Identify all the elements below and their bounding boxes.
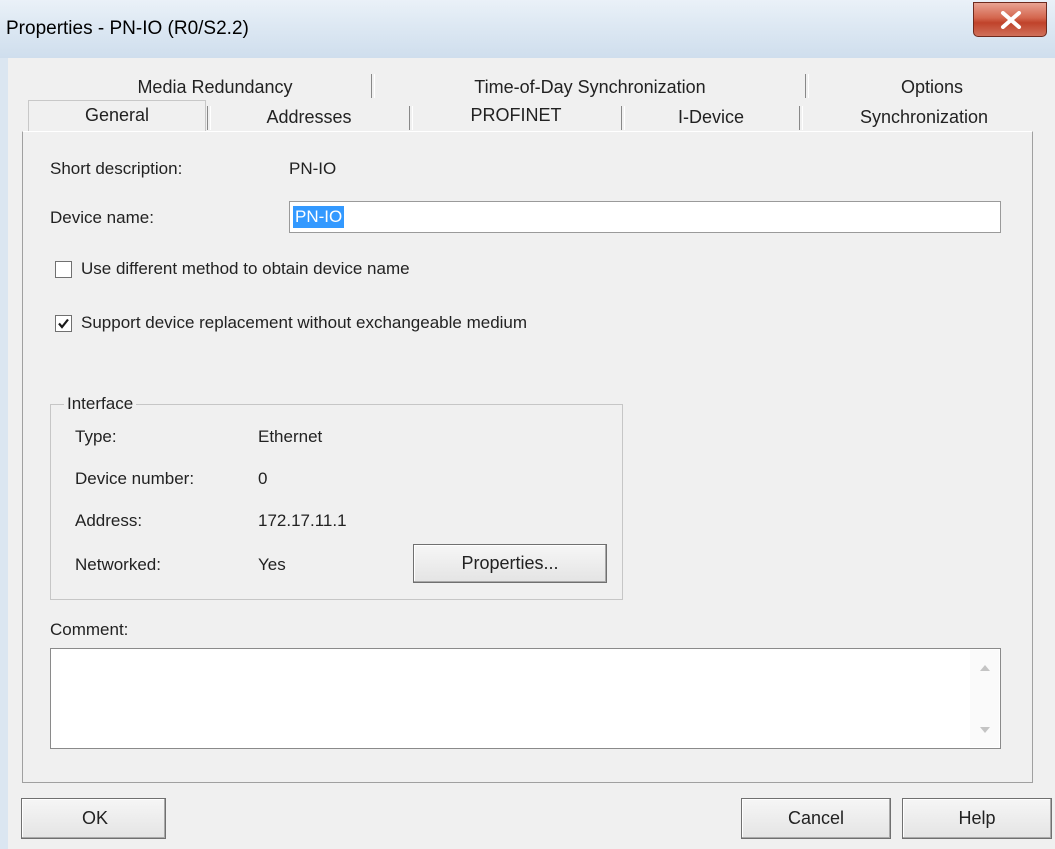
tab-label: General	[84, 105, 150, 125]
tab-time-of-day-synchronization[interactable]: Time-of-Day Synchronization	[376, 74, 804, 100]
close-button[interactable]	[973, 2, 1047, 37]
support-replacement-label[interactable]: Support device replacement without excha…	[81, 313, 527, 333]
tab-profinet[interactable]: PROFINET	[412, 102, 620, 128]
tab-divider	[805, 74, 809, 98]
short-description-value: PN-IO	[289, 159, 337, 178]
scroll-up-arrow-icon[interactable]	[980, 664, 990, 672]
scroll-down-arrow-icon[interactable]	[980, 726, 990, 734]
type-label: Type:	[75, 427, 117, 446]
title-bar: Properties - PN-IO (R0/S2.2)	[0, 0, 1055, 58]
close-x-icon	[1001, 11, 1021, 29]
tab-general[interactable]: General	[28, 100, 206, 132]
tab-label: PROFINET	[470, 105, 562, 125]
tab-label: I-Device	[677, 107, 744, 127]
interface-legend: Interface	[64, 394, 137, 414]
tab-i-device[interactable]: I-Device	[624, 104, 798, 130]
use-different-method-label[interactable]: Use different method to obtain device na…	[81, 259, 410, 279]
comment-label: Comment:	[50, 620, 129, 639]
window-frame-left	[0, 58, 8, 849]
tab-label: Addresses	[266, 107, 352, 127]
tab-label: Synchronization	[859, 107, 989, 127]
tab-divider	[371, 74, 375, 98]
tab-addresses[interactable]: Addresses	[210, 104, 408, 130]
device-name-selected-text: PN-IO	[293, 206, 345, 228]
support-replacement-checkbox[interactable]	[55, 315, 72, 332]
device-name-input[interactable]: PN-IO	[289, 201, 1001, 233]
checkmark-icon	[58, 318, 69, 329]
tab-label: Media Redundancy	[137, 77, 293, 97]
properties-button[interactable]: Properties...	[413, 544, 607, 583]
ok-button[interactable]: OK	[21, 798, 166, 839]
comment-textarea[interactable]	[50, 648, 1001, 749]
tab-options[interactable]: Options	[812, 74, 1052, 100]
device-number-value: 0	[258, 469, 268, 488]
tab-label: Options	[900, 77, 964, 97]
address-value: 172.17.11.1	[258, 511, 347, 530]
help-button[interactable]: Help	[902, 798, 1052, 839]
device-name-label: Device name:	[50, 208, 154, 227]
type-value: Ethernet	[258, 427, 323, 446]
device-number-label: Device number:	[75, 469, 195, 488]
use-different-method-checkbox[interactable]	[55, 261, 72, 278]
comment-scrollbar[interactable]	[970, 650, 999, 747]
cancel-button[interactable]: Cancel	[741, 798, 891, 839]
tab-synchronization[interactable]: Synchronization	[802, 104, 1046, 130]
networked-value: Yes	[258, 555, 286, 574]
short-description-label: Short description:	[50, 159, 183, 178]
tab-media-redundancy[interactable]: Media Redundancy	[60, 74, 370, 100]
window-title: Properties - PN-IO (R0/S2.2)	[6, 18, 249, 39]
address-label: Address:	[75, 511, 143, 530]
tab-label: Time-of-Day Synchronization	[474, 77, 706, 97]
networked-label: Networked:	[75, 555, 161, 574]
